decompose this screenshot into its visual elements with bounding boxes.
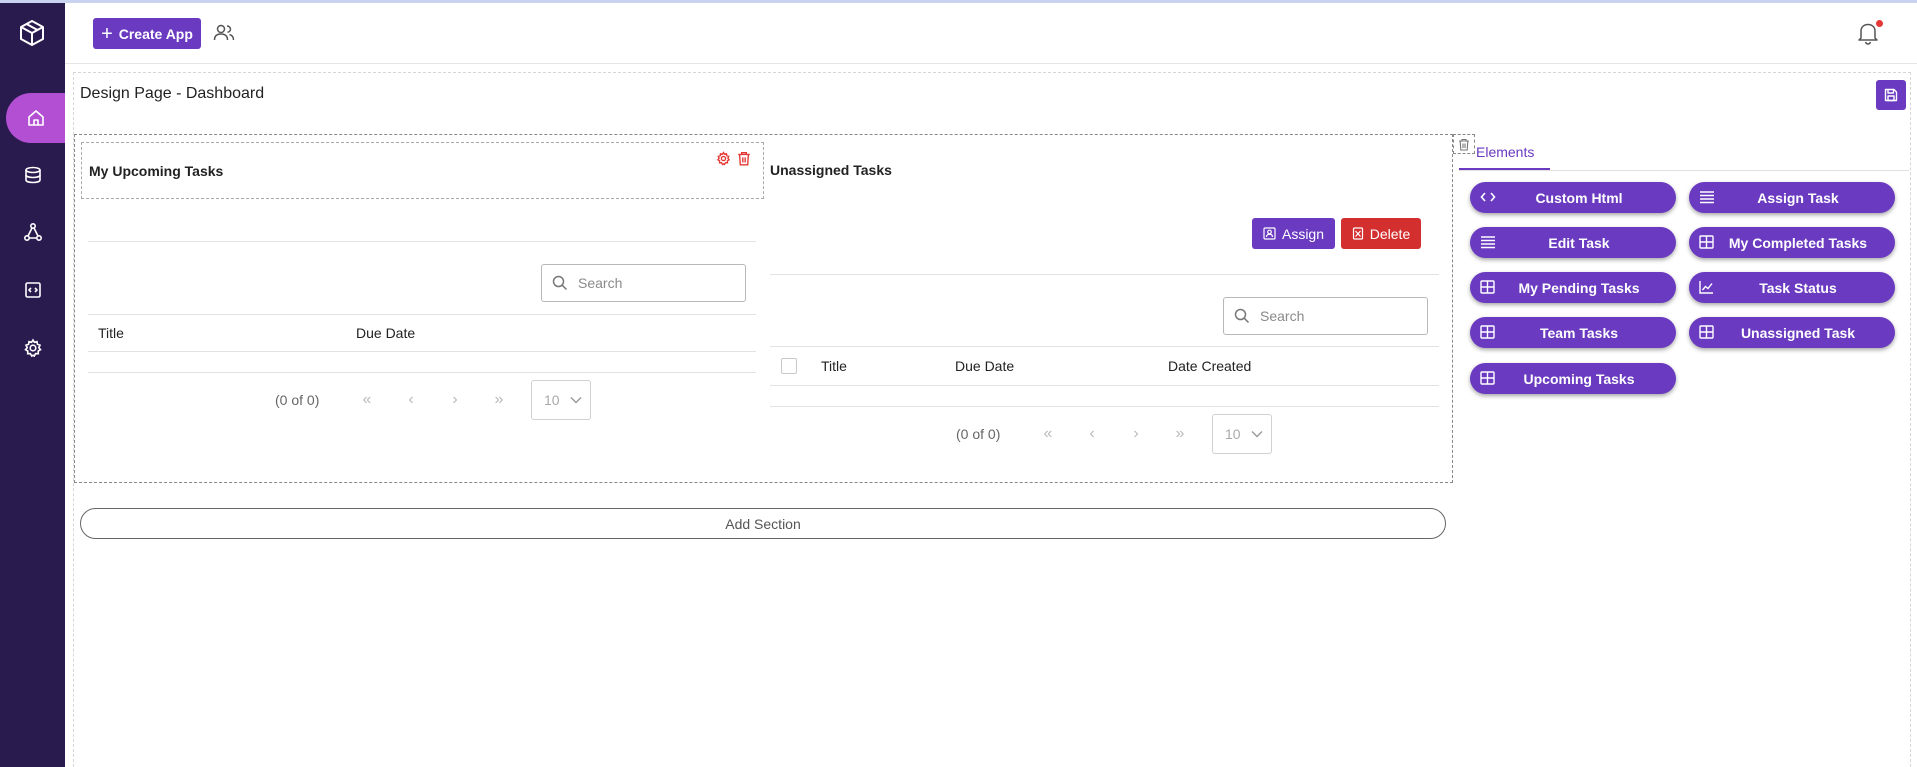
upcoming-search-input[interactable] xyxy=(578,275,718,291)
page-size-value: 10 xyxy=(1225,426,1241,442)
next-page-button[interactable]: › xyxy=(1114,425,1158,443)
chevron-down-icon xyxy=(1251,431,1263,438)
table-bottom-border xyxy=(88,372,756,373)
select-all-checkbox[interactable] xyxy=(781,358,797,374)
delete-section-button[interactable] xyxy=(1453,134,1475,154)
previous-page-button[interactable]: ‹ xyxy=(1070,425,1114,443)
sidebar-item-home[interactable] xyxy=(6,93,65,143)
page-title: Design Page - Dashboard xyxy=(80,85,265,102)
next-page-button[interactable]: › xyxy=(433,391,477,409)
table-icon xyxy=(1699,235,1714,249)
table-icon xyxy=(1480,371,1495,385)
unassigned-search-box[interactable] xyxy=(1223,297,1428,335)
add-section-button[interactable]: Add Section xyxy=(80,508,1446,539)
chart-icon xyxy=(1699,281,1713,294)
element-my-pending-tasks[interactable]: My Pending Tasks xyxy=(1470,272,1676,303)
element-assign-task[interactable]: Assign Task xyxy=(1689,182,1895,213)
notification-dot xyxy=(1876,20,1883,27)
delete-label: Delete xyxy=(1369,225,1411,242)
code-icon xyxy=(1480,192,1496,202)
chevron-down-icon xyxy=(570,397,582,404)
create-app-button[interactable]: + Create App xyxy=(93,18,201,49)
table-top-border xyxy=(88,314,756,315)
save-button[interactable] xyxy=(1876,80,1906,110)
divider xyxy=(88,241,756,242)
database-icon xyxy=(24,166,41,184)
lines-icon xyxy=(1700,191,1714,204)
table-header-border xyxy=(88,351,756,352)
element-unassigned-task[interactable]: Unassigned Task xyxy=(1689,317,1895,348)
save-icon xyxy=(1884,88,1898,102)
trash-icon xyxy=(1459,138,1469,151)
sidebar xyxy=(0,3,65,767)
upcoming-search-box[interactable] xyxy=(541,264,746,302)
page-size-select[interactable]: 10 xyxy=(1212,414,1272,454)
tab-elements[interactable]: Elements xyxy=(1476,144,1534,160)
element-upcoming-tasks[interactable]: Upcoming Tasks xyxy=(1470,363,1676,394)
tab-divider xyxy=(1459,170,1909,171)
sidebar-item-code[interactable] xyxy=(0,265,65,315)
unassigned-pagination: (0 of 0) « ‹ › » 10 xyxy=(956,414,1272,454)
workflow-icon xyxy=(23,222,42,242)
code-file-icon xyxy=(24,282,41,298)
assign-button[interactable]: Assign xyxy=(1252,218,1335,249)
table-top-border xyxy=(770,346,1439,347)
search-icon xyxy=(1234,308,1250,324)
search-icon xyxy=(552,275,568,291)
table-icon xyxy=(1699,325,1714,339)
first-page-button[interactable]: « xyxy=(345,391,389,409)
element-my-completed-tasks[interactable]: My Completed Tasks xyxy=(1689,227,1895,258)
top-bar: + Create App xyxy=(65,3,1917,64)
sidebar-item-settings[interactable] xyxy=(0,323,65,373)
page-size-select[interactable]: 10 xyxy=(531,380,591,420)
last-page-button[interactable]: » xyxy=(1158,425,1202,443)
app-logo-icon[interactable] xyxy=(14,15,50,51)
column-header-title[interactable]: Title xyxy=(821,358,847,374)
column-header-date-created[interactable]: Date Created xyxy=(1168,358,1251,374)
element-team-tasks[interactable]: Team Tasks xyxy=(1470,317,1676,348)
plus-icon: + xyxy=(101,22,113,45)
element-task-status[interactable]: Task Status xyxy=(1689,272,1895,303)
upcoming-tasks-title: My Upcoming Tasks xyxy=(89,163,224,179)
delete-button[interactable]: Delete xyxy=(1341,218,1421,249)
column-header-due-date[interactable]: Due Date xyxy=(955,358,1014,374)
delete-icon xyxy=(1352,227,1363,240)
unassigned-tasks-title: Unassigned Tasks xyxy=(770,162,892,178)
table-header-border xyxy=(770,385,1439,386)
table-icon xyxy=(1480,325,1495,339)
first-page-button[interactable]: « xyxy=(1026,425,1070,443)
assign-label: Assign xyxy=(1281,225,1325,242)
previous-page-button[interactable]: ‹ xyxy=(389,391,433,409)
unassigned-search-input[interactable] xyxy=(1260,308,1400,324)
divider xyxy=(770,274,1439,275)
widget-settings-gear-icon[interactable] xyxy=(716,151,731,166)
column-header-due-date[interactable]: Due Date xyxy=(356,325,415,341)
home-icon xyxy=(27,110,44,126)
sidebar-item-database[interactable] xyxy=(0,150,65,200)
pagination-count: (0 of 0) xyxy=(956,426,1001,442)
widget-actions xyxy=(716,151,751,166)
page-size-value: 10 xyxy=(544,392,560,408)
add-section-label: Add Section xyxy=(725,515,801,532)
users-icon[interactable] xyxy=(213,23,235,48)
table-icon xyxy=(1480,280,1495,294)
pagination-count: (0 of 0) xyxy=(275,392,320,408)
element-custom-html[interactable]: Custom Html xyxy=(1470,182,1676,213)
upcoming-pagination: (0 of 0) « ‹ › » 10 xyxy=(275,380,591,420)
gear-icon xyxy=(23,338,42,358)
last-page-button[interactable]: » xyxy=(477,391,521,409)
element-edit-task[interactable]: Edit Task xyxy=(1470,227,1676,258)
table-bottom-border xyxy=(770,406,1439,407)
sidebar-item-workflow[interactable] xyxy=(0,207,65,257)
assign-icon xyxy=(1263,227,1276,240)
create-app-label: Create App xyxy=(118,25,193,42)
column-header-title[interactable]: Title xyxy=(98,325,124,341)
lines-icon xyxy=(1481,236,1495,249)
widget-delete-trash-icon[interactable] xyxy=(737,151,751,166)
